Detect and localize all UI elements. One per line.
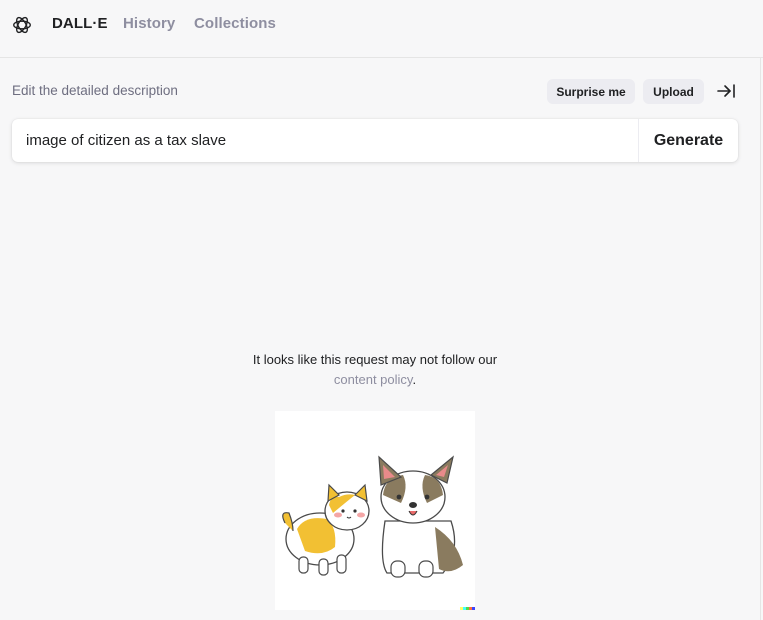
collapse-sidebar-icon[interactable] (716, 81, 736, 101)
policy-line: content policy. (0, 372, 750, 387)
signature-color-strip (460, 607, 475, 610)
prompt-box: Generate (12, 119, 738, 162)
cat-and-corgi-illustration (275, 411, 475, 610)
generate-button[interactable]: Generate (639, 119, 738, 162)
prompt-input[interactable] (12, 119, 638, 162)
nav-history[interactable]: History (123, 15, 175, 32)
policy-period: . (412, 372, 417, 387)
policy-message: It looks like this request may not follo… (252, 352, 498, 367)
top-bar: DALL·E History Collections (0, 0, 763, 58)
nav-collections[interactable]: Collections (194, 15, 276, 32)
upload-button[interactable]: Upload (643, 79, 704, 104)
nav-dalle[interactable]: DALL·E (52, 15, 108, 32)
panel-divider (760, 58, 761, 620)
content-policy-link[interactable]: content policy (334, 372, 413, 387)
prompt-hint: Edit the detailed description (12, 83, 178, 98)
surprise-me-button[interactable]: Surprise me (547, 79, 635, 104)
cat-figure (282, 483, 370, 576)
openai-logo-icon[interactable] (11, 14, 33, 36)
corgi-figure (378, 455, 463, 578)
